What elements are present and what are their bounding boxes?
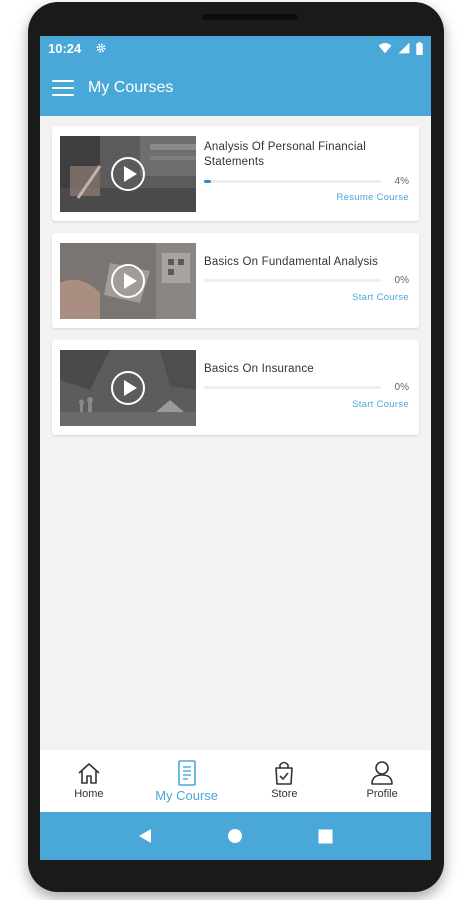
signal-icon — [398, 42, 410, 54]
status-bar: 10:24 — [40, 36, 431, 60]
course-info: Basics On Insurance 0% Start Course — [204, 348, 409, 428]
bottom-nav: Home My Course Store Profile — [40, 750, 431, 812]
play-icon[interactable] — [111, 370, 145, 405]
start-course-link[interactable]: Start Course — [352, 292, 409, 303]
resume-course-link[interactable]: Resume Course — [336, 192, 409, 203]
course-title: Basics On Insurance — [204, 362, 314, 375]
page-title: My Courses — [88, 79, 174, 96]
wifi-icon — [378, 42, 392, 54]
play-icon[interactable] — [111, 156, 145, 191]
start-course-link[interactable]: Start Course — [352, 399, 409, 410]
phone-frame: 10:24 My Courses Analysis Of Personal Fi… — [28, 2, 444, 892]
progress-percent: 0% — [394, 274, 409, 286]
nav-my-course[interactable]: My Course — [138, 750, 236, 812]
nav-my-course-label: My Course — [155, 788, 219, 803]
back-triangle-icon[interactable] — [133, 824, 157, 848]
course-thumbnail[interactable] — [60, 349, 196, 426]
course-progress: 0% — [204, 382, 409, 393]
course-list: Analysis Of Personal Financial Statement… — [40, 116, 431, 435]
course-progress: 4% — [204, 176, 409, 187]
course-title: Analysis Of Personal Financial Statement… — [204, 140, 366, 168]
nav-home[interactable]: Home — [40, 750, 138, 812]
nav-profile-label: Profile — [366, 788, 398, 800]
settings-gear-icon — [95, 42, 107, 54]
app-bar: My Courses — [40, 60, 431, 116]
progress-bar — [204, 278, 381, 282]
screen: 10:24 My Courses Analysis Of Personal Fi… — [40, 36, 431, 860]
nav-profile[interactable]: Profile — [333, 750, 431, 812]
phone-speaker — [202, 14, 298, 20]
store-bag-icon — [273, 760, 295, 786]
profile-icon — [370, 760, 394, 786]
course-info: Analysis Of Personal Financial Statement… — [204, 134, 409, 214]
progress-bar — [204, 385, 381, 389]
progress-bar — [204, 179, 381, 183]
progress-percent: 4% — [394, 175, 409, 187]
course-info: Basics On Fundamental Analysis 0% Start … — [204, 241, 409, 321]
course-card[interactable]: Basics On Fundamental Analysis 0% Start … — [52, 233, 419, 328]
progress-bar-fill — [204, 179, 212, 183]
system-nav-bar — [40, 812, 431, 860]
course-card[interactable]: Analysis Of Personal Financial Statement… — [52, 126, 419, 221]
battery-icon — [416, 41, 423, 55]
nav-home-label: Home — [74, 788, 104, 800]
course-title: Basics On Fundamental Analysis — [204, 255, 379, 268]
nav-store[interactable]: Store — [236, 750, 334, 812]
home-icon — [76, 760, 102, 786]
course-thumbnail[interactable] — [60, 242, 196, 319]
menu-hamburger-icon[interactable] — [52, 80, 74, 96]
course-thumbnail[interactable] — [60, 135, 196, 212]
recents-square-icon[interactable] — [314, 824, 338, 848]
status-time: 10:24 — [48, 40, 82, 56]
course-progress: 0% — [204, 275, 409, 286]
progress-percent: 0% — [394, 381, 409, 393]
home-circle-icon[interactable] — [223, 824, 247, 848]
my-course-icon — [176, 760, 198, 786]
nav-store-label: Store — [271, 788, 298, 800]
course-card[interactable]: Basics On Insurance 0% Start Course — [52, 340, 419, 435]
play-icon[interactable] — [111, 263, 145, 298]
